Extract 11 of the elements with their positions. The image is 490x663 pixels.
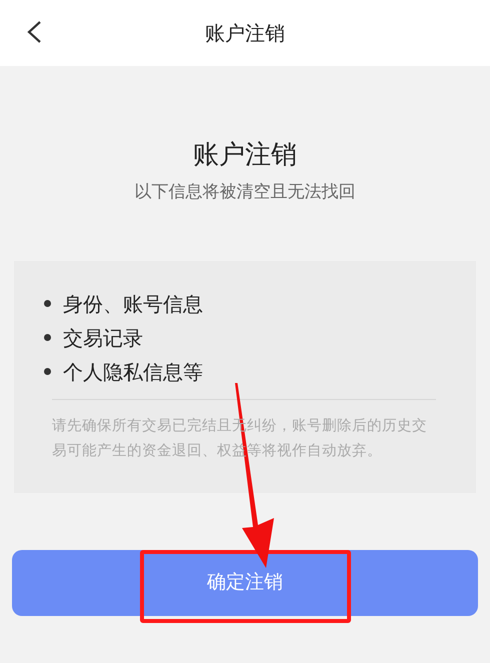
confirm-button[interactable]: 确定注销 (12, 550, 478, 616)
list-item: 交易记录 (63, 324, 143, 350)
back-icon[interactable] (26, 20, 42, 44)
bullet-icon (44, 334, 51, 341)
bullet-icon (44, 300, 51, 307)
bullet-icon (44, 368, 51, 375)
list-item: 身份、账号信息 (63, 290, 203, 316)
subtitle: 以下信息将被清空且无法找回 (134, 181, 356, 204)
list-item: 个人隐私信息等 (63, 358, 203, 384)
section-title: 账户注销 (193, 139, 297, 172)
page-title: 账户注销 (205, 20, 285, 47)
